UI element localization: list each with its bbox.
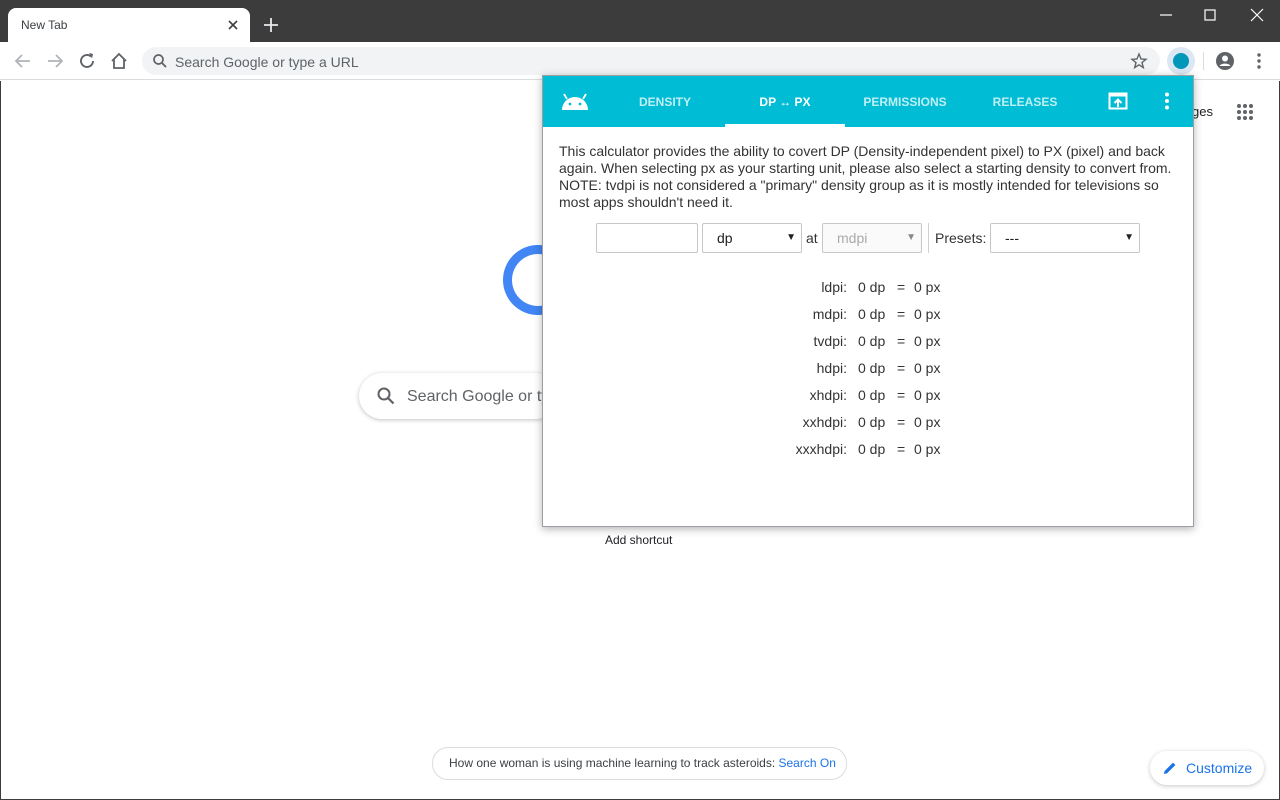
- title-bar: New Tab: [0, 0, 1280, 42]
- promo-text: How one woman is using machine learning …: [449, 756, 779, 770]
- density-name: xhdpi:: [809, 387, 847, 403]
- customize-button[interactable]: Customize: [1150, 751, 1264, 785]
- result-row-ldpi: ldpi: 0 dp = 0 px: [543, 279, 1193, 306]
- px-value: 0 px: [914, 360, 941, 376]
- address-bar-placeholder: Search Google or type a URL: [175, 54, 359, 70]
- popup-header: DENSITY DP ↔ PX PERMISSIONS RELEASES: [543, 76, 1193, 127]
- dp-value: 0 dp: [858, 306, 886, 322]
- result-row-mdpi: mdpi: 0 dp = 0 px: [543, 306, 1193, 333]
- equals-sign: =: [897, 306, 906, 322]
- extension-badge: [1173, 53, 1189, 69]
- add-shortcut-label[interactable]: Add shortcut: [605, 533, 672, 547]
- equals-sign: =: [897, 441, 906, 457]
- android-dev-tools-extension-icon[interactable]: [1167, 47, 1195, 75]
- unit-select[interactable]: dp ▼: [702, 223, 802, 253]
- reload-icon[interactable]: [76, 50, 98, 72]
- customize-label: Customize: [1186, 760, 1253, 776]
- promo-banner: How one woman is using machine learning …: [432, 747, 847, 780]
- equals-sign: =: [897, 414, 906, 430]
- active-tab-indicator: [725, 124, 845, 127]
- maximize-icon[interactable]: [1201, 6, 1219, 24]
- dp-value: 0 dp: [858, 279, 886, 295]
- tab-new-tab[interactable]: New Tab: [8, 8, 250, 42]
- ntp-search-box[interactable]: Search Google or ty: [359, 373, 559, 419]
- dropdown-arrow-icon: ▼: [906, 232, 916, 243]
- px-value: 0 px: [914, 414, 941, 430]
- px-value: 0 px: [914, 441, 941, 457]
- promo-link[interactable]: Search On: [779, 756, 836, 770]
- equals-sign: =: [897, 360, 906, 376]
- result-row-hdpi: hdpi: 0 dp = 0 px: [543, 360, 1193, 387]
- google-apps-icon[interactable]: [1236, 103, 1254, 121]
- close-tab-icon[interactable]: [225, 17, 241, 33]
- dp-value: 0 dp: [858, 387, 886, 403]
- result-row-tvdpi: tvdpi: 0 dp = 0 px: [543, 333, 1193, 360]
- minimize-icon[interactable]: [1157, 6, 1175, 24]
- dropdown-arrow-icon: ▼: [1124, 232, 1134, 243]
- forward-icon[interactable]: [44, 50, 66, 72]
- density-name: hdpi:: [816, 360, 847, 376]
- images-link[interactable]: ges: [1192, 104, 1213, 119]
- controls-divider: [928, 223, 929, 253]
- tab-title: New Tab: [21, 18, 68, 32]
- dp-value: 0 dp: [858, 441, 886, 457]
- toolbar-divider: [1203, 52, 1204, 70]
- ntp-search-placeholder: Search Google or ty: [407, 388, 550, 405]
- search-icon: [153, 54, 167, 68]
- presets-select[interactable]: --- ▼: [990, 223, 1140, 253]
- px-value: 0 px: [914, 387, 941, 403]
- open-in-window-icon[interactable]: [1108, 92, 1128, 110]
- px-value: 0 px: [914, 306, 941, 322]
- popup-menu-icon[interactable]: [1160, 92, 1174, 110]
- search-icon: [377, 387, 395, 405]
- address-bar[interactable]: Search Google or type a URL: [142, 47, 1160, 75]
- presets-label: Presets:: [935, 230, 987, 246]
- back-icon[interactable]: [12, 50, 34, 72]
- dp-value: 0 dp: [858, 333, 886, 349]
- home-icon[interactable]: [108, 50, 130, 72]
- calculator-description: This calculator provides the ability to …: [559, 143, 1172, 210]
- tab-dp-px[interactable]: DP ↔ PX: [725, 76, 845, 127]
- result-row-xhdpi: xhdpi: 0 dp = 0 px: [543, 387, 1193, 414]
- tab-density[interactable]: DENSITY: [605, 76, 725, 127]
- equals-sign: =: [897, 387, 906, 403]
- density-name: xxhdpi:: [802, 414, 847, 430]
- dp-value: 0 dp: [858, 360, 886, 376]
- result-row-xxxhdpi: xxxhdpi: 0 dp = 0 px: [543, 441, 1193, 468]
- density-name: ldpi:: [821, 279, 847, 295]
- tab-releases[interactable]: RELEASES: [965, 76, 1085, 127]
- equals-sign: =: [897, 333, 906, 349]
- bookmark-star-icon[interactable]: [1130, 52, 1148, 70]
- browser-menu-icon[interactable]: [1248, 50, 1270, 72]
- tab-permissions[interactable]: PERMISSIONS: [845, 76, 965, 127]
- density-name: xxxhdpi:: [795, 441, 847, 457]
- at-label: at: [806, 230, 818, 246]
- px-value: 0 px: [914, 279, 941, 295]
- profile-icon[interactable]: [1214, 50, 1236, 72]
- dp-value: 0 dp: [858, 414, 886, 430]
- close-window-icon[interactable]: [1248, 6, 1266, 24]
- android-logo-icon: [562, 93, 588, 110]
- result-row-xxhdpi: xxhdpi: 0 dp = 0 px: [543, 414, 1193, 441]
- presets-select-value: ---: [1005, 230, 1019, 246]
- extension-popup: DENSITY DP ↔ PX PERMISSIONS RELEASES Thi…: [542, 75, 1194, 527]
- density-name: mdpi:: [812, 306, 847, 322]
- dropdown-arrow-icon: ▼: [786, 232, 796, 243]
- density-name: tvdpi:: [813, 333, 847, 349]
- px-value: 0 px: [914, 333, 941, 349]
- density-select[interactable]: mdpi ▼: [822, 223, 922, 253]
- density-select-value: mdpi: [837, 230, 868, 246]
- unit-select-value: dp: [717, 230, 733, 246]
- new-tab-icon[interactable]: [262, 16, 280, 34]
- pencil-icon: [1164, 762, 1176, 774]
- value-input[interactable]: [596, 223, 698, 253]
- equals-sign: =: [897, 279, 906, 295]
